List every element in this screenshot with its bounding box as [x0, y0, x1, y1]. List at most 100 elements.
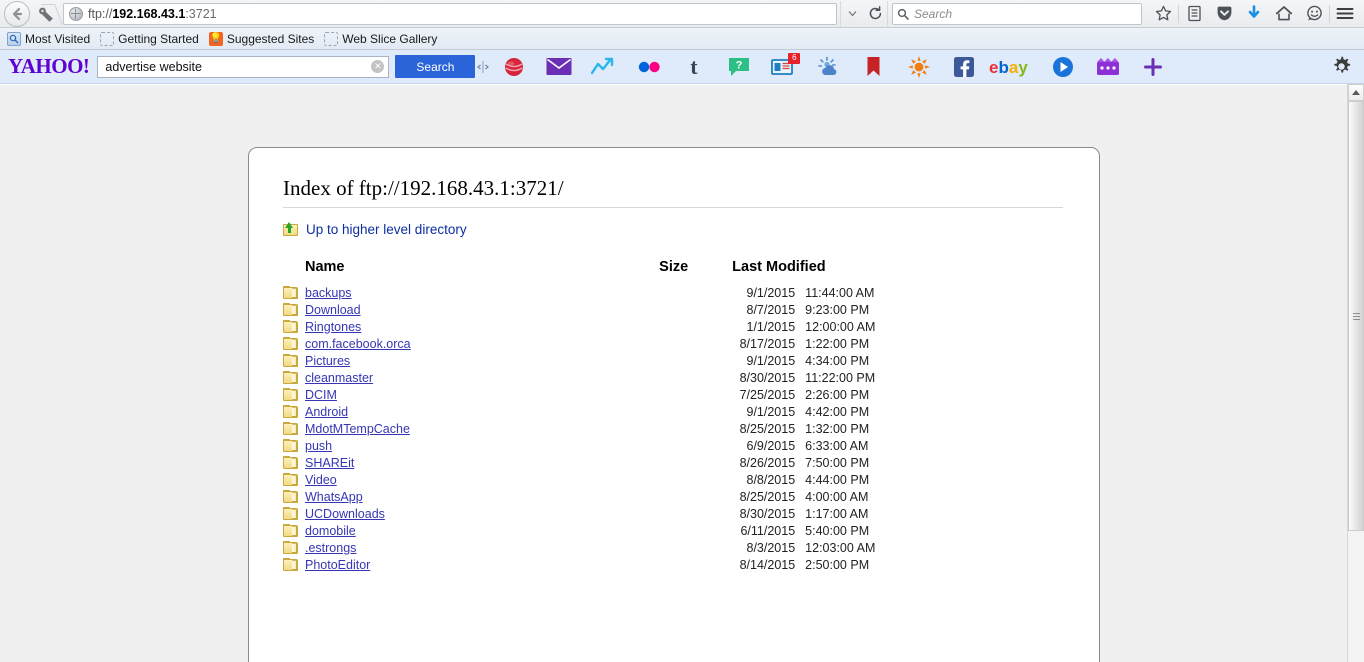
file-link[interactable]: PhotoEditor: [305, 558, 370, 572]
yahoo-ball-icon[interactable]: [491, 52, 536, 82]
file-link[interactable]: MdotMTempCache: [305, 422, 410, 436]
scrollbar-track[interactable]: [1348, 101, 1364, 662]
url-dropdown-button[interactable]: [840, 0, 864, 27]
svg-text:ebay: ebay: [989, 58, 1028, 77]
table-row[interactable]: PhotoEditor 8/14/2015 2:50:00 PM: [283, 556, 1063, 573]
flickr-icon[interactable]: [626, 52, 671, 82]
column-header-size[interactable]: Size: [580, 259, 700, 284]
table-row[interactable]: SHAREit 8/26/2015 7:50:00 PM: [283, 454, 1063, 471]
table-row[interactable]: WhatsApp 8/25/2015 4:00:00 AM: [283, 488, 1063, 505]
cell-modified-time: 4:42:00 PM: [805, 404, 870, 419]
table-row[interactable]: Video 8/8/2015 4:44:00 PM: [283, 471, 1063, 488]
table-row[interactable]: Android 9/1/2015 4:42:00 PM: [283, 403, 1063, 420]
cell-name: PhotoEditor: [283, 556, 580, 573]
file-link[interactable]: .estrongs: [305, 541, 356, 555]
table-row[interactable]: Ringtones 1/1/2015 12:00:00 AM: [283, 318, 1063, 335]
file-link[interactable]: Android: [305, 405, 348, 419]
pocket-icon[interactable]: [1209, 1, 1239, 27]
tumblr-icon[interactable]: t: [671, 52, 716, 82]
file-link[interactable]: com.facebook.orca: [305, 337, 411, 351]
news-icon[interactable]: 6: [761, 52, 806, 82]
drag-grip-icon[interactable]: [475, 52, 491, 82]
downloads-icon[interactable]: [1239, 1, 1269, 27]
file-link[interactable]: DCIM: [305, 388, 337, 402]
table-row[interactable]: backups 9/1/2015 11:44:00 AM: [283, 284, 1063, 301]
cell-size: [580, 471, 700, 488]
hamburger-menu-icon[interactable]: [1330, 1, 1360, 27]
back-arrow-icon: [12, 7, 23, 20]
cell-size: [580, 420, 700, 437]
reading-list-icon[interactable]: [1179, 1, 1209, 27]
bookmark-label: Getting Started: [118, 31, 199, 46]
table-row[interactable]: push 6/9/2015 6:33:00 AM: [283, 437, 1063, 454]
file-link[interactable]: Video: [305, 473, 337, 487]
up-directory-row[interactable]: Up to higher level directory: [283, 222, 1063, 237]
bookmark-most-visited[interactable]: Most Visited: [4, 29, 97, 49]
mail-icon[interactable]: [536, 52, 581, 82]
table-row[interactable]: DCIM 7/25/2015 2:26:00 PM: [283, 386, 1063, 403]
file-link[interactable]: SHAREit: [305, 456, 354, 470]
cell-modified-date: 6/11/2015: [740, 523, 796, 538]
yahoo-logo[interactable]: YAHOO!: [8, 56, 97, 77]
svg-text:?: ?: [736, 59, 743, 71]
file-link[interactable]: backups: [305, 286, 352, 300]
file-link[interactable]: cleanmaster: [305, 371, 373, 385]
table-row[interactable]: .estrongs 8/3/2015 12:03:00 AM: [283, 539, 1063, 556]
movies-icon[interactable]: [1085, 52, 1130, 82]
bookmark-suggested-sites[interactable]: 💡 Suggested Sites: [206, 29, 321, 49]
back-button[interactable]: [4, 0, 30, 27]
facebook-icon[interactable]: [941, 52, 986, 82]
folder-icon: [283, 558, 298, 571]
cell-modified-date: 7/25/2015: [739, 387, 796, 402]
up-directory-link[interactable]: Up to higher level directory: [306, 222, 467, 237]
table-row[interactable]: Pictures 9/1/2015 4:34:00 PM: [283, 352, 1063, 369]
settings-sun-icon[interactable]: [896, 52, 941, 82]
ebay-icon[interactable]: ebay: [986, 52, 1040, 82]
reload-button[interactable]: [864, 0, 888, 27]
table-row[interactable]: domobile 6/11/2015 5:40:00 PM: [283, 522, 1063, 539]
column-header-name[interactable]: Name: [283, 259, 580, 284]
yahoo-search-input[interactable]: advertise website ✕: [97, 55, 390, 78]
bookmark-getting-started[interactable]: Getting Started: [97, 29, 206, 49]
scrollbar-thumb[interactable]: [1348, 101, 1364, 531]
table-row[interactable]: UCDownloads 8/30/2015 1:17:00 AM: [283, 505, 1063, 522]
answers-icon[interactable]: ?: [716, 52, 761, 82]
folder-icon: [283, 456, 298, 469]
hello-chat-icon[interactable]: [1299, 1, 1329, 27]
home-icon[interactable]: [1269, 1, 1299, 27]
scroll-up-button[interactable]: [1348, 84, 1364, 101]
cell-size: [580, 556, 700, 573]
yahoo-search-button[interactable]: Search: [395, 55, 476, 78]
file-link[interactable]: push: [305, 439, 332, 453]
file-link[interactable]: UCDownloads: [305, 507, 385, 521]
add-app-icon[interactable]: [1130, 52, 1175, 82]
cell-size: [580, 488, 700, 505]
url-bar[interactable]: ftp://192.168.43.1:3721: [63, 2, 837, 25]
browser-search-bar[interactable]: Search: [892, 2, 1142, 25]
file-link[interactable]: WhatsApp: [305, 490, 363, 504]
search-icon: [897, 8, 909, 20]
table-row[interactable]: Download 8/7/2015 9:23:00 PM: [283, 301, 1063, 318]
weather-icon[interactable]: [806, 52, 851, 82]
bookmark-star-icon[interactable]: [1148, 1, 1178, 27]
file-link[interactable]: domobile: [305, 524, 356, 538]
video-play-icon[interactable]: [1040, 52, 1085, 82]
cell-name: domobile: [283, 522, 580, 539]
table-row[interactable]: MdotMTempCache 8/25/2015 1:32:00 PM: [283, 420, 1063, 437]
bookmark-web-slice-gallery[interactable]: Web Slice Gallery: [321, 29, 444, 49]
file-link[interactable]: Download: [305, 303, 361, 317]
table-row[interactable]: com.facebook.orca 8/17/2015 1:22:00 PM: [283, 335, 1063, 352]
cell-modified-time: 11:44:00 AM: [805, 285, 875, 300]
column-header-last-modified[interactable]: Last Modified: [700, 259, 1063, 284]
forward-button[interactable]: [31, 1, 61, 27]
file-link[interactable]: Ringtones: [305, 320, 361, 334]
clear-x-icon[interactable]: ✕: [371, 60, 385, 73]
cell-size: [580, 505, 700, 522]
vertical-scrollbar[interactable]: [1347, 84, 1364, 662]
bookmarks-ribbon-icon[interactable]: [851, 52, 896, 82]
gear-icon[interactable]: [1324, 56, 1358, 77]
table-row[interactable]: cleanmaster 8/30/2015 11:22:00 PM: [283, 369, 1063, 386]
finance-icon[interactable]: [581, 52, 626, 82]
file-link[interactable]: Pictures: [305, 354, 350, 368]
cell-name: backups: [283, 284, 580, 301]
